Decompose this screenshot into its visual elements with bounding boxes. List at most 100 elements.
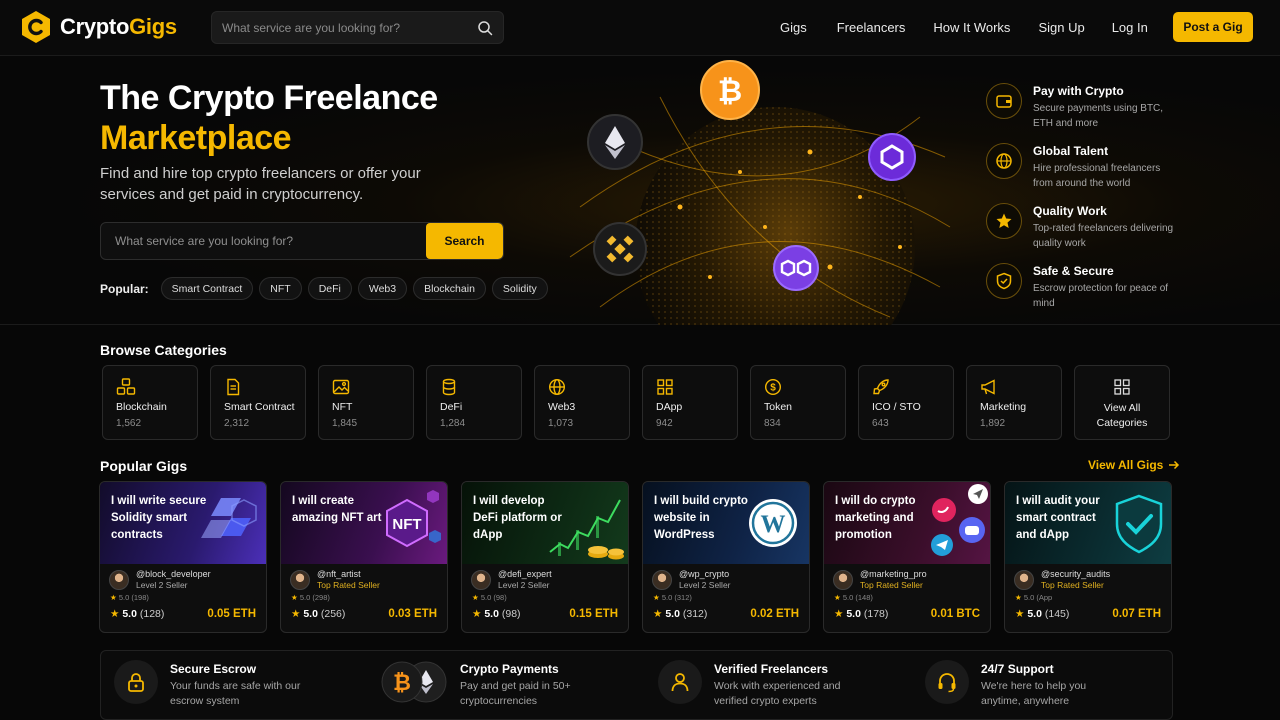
hero-search-input[interactable] [101, 223, 426, 259]
gig-price: 0.01 BTC [930, 608, 980, 620]
category-count: 1,845 [332, 418, 358, 429]
review-count: (178) [863, 608, 889, 620]
view-all-label-line1: View All [1103, 402, 1141, 414]
gig-card[interactable]: I will write secure Solidity smart contr… [99, 481, 267, 633]
star-icon: ★ [653, 608, 663, 620]
feature-item: Global Talent Hire professional freelance… [986, 143, 1206, 203]
seller-name: @marketing_pro [860, 569, 927, 579]
nav-link-gigs[interactable]: Gigs [780, 20, 807, 35]
popular-tag[interactable]: Blockchain [413, 277, 486, 300]
feature-title: Quality Work [1033, 204, 1107, 218]
gig-rating: ★ 5.0 (312) [653, 608, 707, 620]
star-icon: ★ [1015, 608, 1025, 620]
rating-small-count: (298) [312, 593, 330, 602]
gig-rating: ★ 5.0 (145) [1015, 608, 1069, 620]
category-card-smart-contract[interactable]: Smart Contract 2,312 [210, 365, 306, 440]
seller-level: Level 2 Seller [136, 580, 188, 590]
category-card-marketing[interactable]: Marketing 1,892 [966, 365, 1062, 440]
nav-link-log-in[interactable]: Log In [1112, 20, 1148, 35]
gig-card[interactable]: I will develop DeFi platform or dApp @de… [461, 481, 629, 633]
rating-small-value: 5.0 [661, 593, 673, 602]
wallet-icon [986, 83, 1022, 119]
view-all-categories-card[interactable]: View All Categories [1074, 365, 1170, 440]
category-card-defi[interactable]: DeFi 1,284 [426, 365, 522, 440]
star-icon: ★ [834, 593, 841, 602]
gig-price: 0.07 ETH [1112, 608, 1161, 620]
gig-card[interactable]: I will audit your smart contract and dAp… [1004, 481, 1172, 633]
rating-small-value: 5.0 [118, 593, 130, 602]
nav-search-input[interactable] [222, 20, 477, 35]
gig-title: I will write secure Solidity smart contr… [111, 495, 207, 541]
gig-rating: ★ 5.0 (98) [472, 608, 521, 620]
avatar [1014, 569, 1034, 590]
category-count: 1,892 [980, 418, 1006, 429]
gig-rating-small: ★ 5.0 (98) [462, 590, 628, 602]
seller-name: @security_audits [1041, 569, 1111, 579]
crypto-coins-icon: ₿ [380, 660, 448, 704]
gig-title: I will do crypto marketing and promotion [835, 495, 916, 541]
feature-desc: Secure payments using BTC, ETH and more [1033, 103, 1164, 129]
view-all-label-line2: Categories [1096, 417, 1148, 429]
gig-footer: ★ 5.0 (256) 0.03 ETH [281, 602, 447, 620]
megaphone-icon [980, 378, 1061, 396]
view-all-gigs-link[interactable]: View All Gigs [1088, 458, 1180, 472]
rating-value: 5.0 [303, 608, 318, 620]
headset-icon [925, 660, 969, 704]
gig-seller: @defi_expert Level 2 Seller [462, 564, 628, 590]
gig-card[interactable]: I will create amazing NFT art NFT @nft_a… [280, 481, 448, 633]
category-name: Blockchain [116, 401, 167, 413]
rating-value: 5.0 [1027, 608, 1042, 620]
category-card-ico-sto[interactable]: ICO / STO 643 [858, 365, 954, 440]
avatar [471, 569, 491, 590]
search-icon[interactable] [477, 20, 493, 36]
shield-icon [986, 263, 1022, 299]
features-list: Pay with Crypto Secure payments using BTC… [986, 83, 1206, 323]
seller-name: @block_developer [136, 569, 211, 579]
popular-tag[interactable]: Smart Contract [160, 277, 254, 300]
gig-price: 0.02 ETH [750, 608, 799, 620]
popular-tag[interactable]: DeFi [307, 277, 352, 300]
category-card-dapp[interactable]: DApp 942 [642, 365, 738, 440]
review-count: (145) [1044, 608, 1070, 620]
gig-footer: ★ 5.0 (145) 0.07 ETH [1005, 602, 1171, 620]
popular-tag[interactable]: NFT [259, 277, 302, 300]
nav-link-freelancers[interactable]: Freelancers [837, 20, 906, 35]
seller-level: Level 2 Seller [498, 580, 550, 590]
gig-card[interactable]: I will build crypto website in WordPress… [642, 481, 810, 633]
gig-card[interactable]: I will do crypto marketing and promotion… [823, 481, 991, 633]
seller-level: Level 2 Seller [679, 580, 731, 590]
category-card-web3[interactable]: Web3 1,073 [534, 365, 630, 440]
gig-title: I will create amazing NFT art [292, 495, 382, 524]
star-icon: ★ [1015, 593, 1022, 602]
arrow-right-icon [1169, 460, 1180, 470]
nav-link-how-it-works[interactable]: How It Works [933, 20, 1010, 35]
feature-item: Safe & Secure Escrow protection for peace… [986, 263, 1206, 323]
logo-text: CryptoGigs [60, 14, 177, 40]
popular-tag[interactable]: Web3 [357, 277, 408, 300]
seller-level: Top Rated Seller [1041, 580, 1104, 590]
brand-name-part1: Crypto [60, 14, 130, 39]
post-gig-button[interactable]: Post a Gig [1173, 12, 1253, 42]
category-count: 643 [872, 418, 889, 429]
hero-search-button[interactable]: Search [426, 223, 503, 259]
gig-footer: ★ 5.0 (312) 0.02 ETH [643, 602, 809, 620]
gig-rating: ★ 5.0 (178) [834, 608, 888, 620]
popular-tag[interactable]: Solidity [491, 277, 548, 300]
trust-title: 24/7 Support [981, 662, 1054, 676]
grid-icon [1075, 378, 1169, 396]
logo[interactable]: CryptoGigs [20, 10, 177, 44]
category-name: ICO / STO [872, 401, 921, 413]
nav-link-sign-up[interactable]: Sign Up [1038, 20, 1084, 35]
avatar [833, 569, 853, 590]
globe-illustration: ₿ [569, 60, 951, 325]
gig-seller: @nft_artist Top Rated Seller [281, 564, 447, 590]
star-icon: ★ [472, 608, 482, 620]
category-card-token[interactable]: $ Token 834 [750, 365, 846, 440]
gig-seller: @wp_crypto Level 2 Seller [643, 564, 809, 590]
globe-icon [548, 378, 629, 396]
gig-price: 0.03 ETH [388, 608, 437, 620]
image-icon [332, 378, 413, 396]
trust-item-support: 24/7 Support We're here to help you anyti… [925, 660, 1121, 709]
category-card-blockchain[interactable]: Blockchain 1,562 [102, 365, 198, 440]
category-card-nft[interactable]: NFT 1,845 [318, 365, 414, 440]
